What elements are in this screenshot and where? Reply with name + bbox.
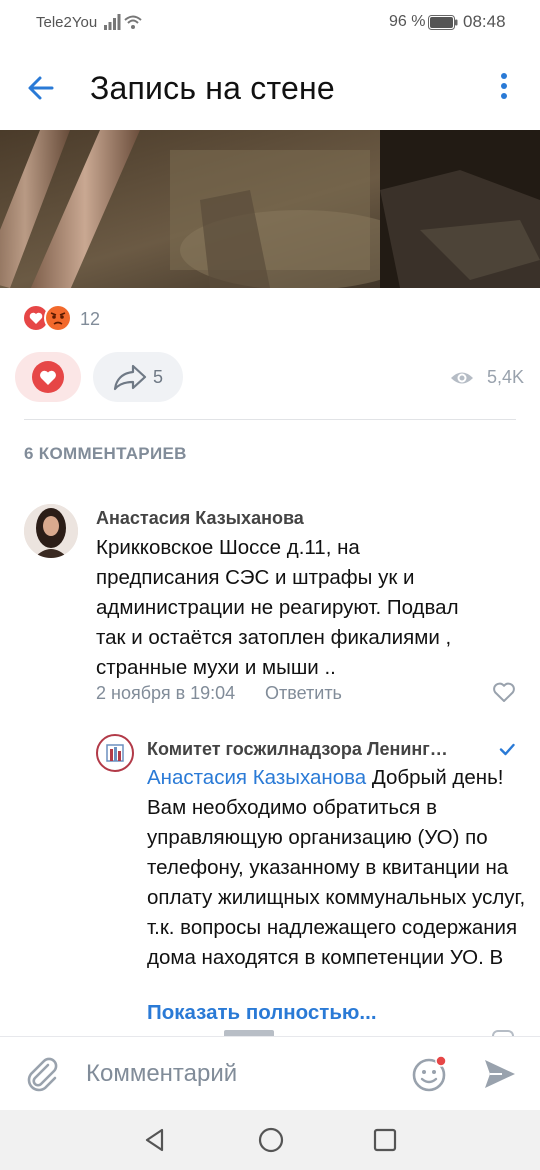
nav-back-icon[interactable] [142,1127,168,1153]
avatar[interactable] [96,734,134,772]
send-button[interactable] [482,1056,518,1092]
system-nav-bar [0,1110,540,1170]
page-title: Запись на стене [90,70,335,106]
comments-count-header: 6 КОММЕНТАРИЕВ [24,444,187,463]
heart-outline-icon [493,682,515,702]
post-photo[interactable] [0,130,540,288]
share-button[interactable]: 5 [93,352,183,402]
user-photo [24,504,78,558]
more-button[interactable] [492,70,516,106]
angry-reaction-icon [44,304,72,332]
battery-icon [428,15,458,30]
comment-text: Анастасия Казыханова Добрый день! Вам не… [147,763,527,973]
reactions-summary[interactable]: 12 [22,304,222,332]
clock: 08:48 [463,12,506,31]
carrier-name: Tele2You [36,14,98,31]
comment-body: Добрый день! Вам необходимо обратиться в… [147,766,526,969]
comment-input[interactable] [86,1057,386,1091]
more-vertical-icon [501,73,507,99]
heart-icon [32,361,64,393]
show-more-link[interactable]: Показать полностью... [147,1001,377,1025]
like-button[interactable] [15,352,81,402]
eye-icon [451,372,473,384]
comment-input-bar [0,1036,540,1110]
views-count: 5,4K [487,367,525,387]
mention-link[interactable]: Анастасия Казыханова [147,766,366,789]
basement-photo [0,130,540,288]
battery-percent: 96 % [389,13,426,30]
reactions-count: 12 [80,309,101,329]
verified-check-icon [499,743,515,756]
signal-icon [104,14,121,30]
paperclip-icon [27,1057,58,1092]
wifi-icon [124,15,142,29]
committee-logo [106,744,124,762]
comment-author[interactable]: Анастасия Казыханова [96,508,304,529]
attach-button[interactable] [24,1055,60,1093]
divider [24,419,516,420]
nav-recent-apps-icon[interactable] [372,1127,398,1153]
arrow-left-icon [28,76,54,100]
share-arrow-icon [113,364,147,391]
emoji-button[interactable] [410,1054,450,1094]
back-button[interactable] [22,68,62,108]
comment-like-button[interactable] [492,681,516,703]
smile-icon [412,1055,447,1092]
send-icon [485,1060,515,1088]
app-header: Запись на стене [0,46,540,130]
reply-button[interactable]: Ответить [265,683,342,704]
comment-date: 2 ноября в 19:04 [96,683,236,703]
comment-author[interactable]: Комитет госжилнадзора Ленинг… [147,739,487,760]
status-bar: Tele2You 96 % 08:48 [0,0,540,46]
views-counter: 5,4K [450,366,530,390]
nav-home-icon[interactable] [257,1126,285,1154]
shares-count: 5 [153,367,164,387]
comment-text: Крикковское Шоссе д.11, на предписания С… [96,536,459,679]
avatar[interactable] [24,504,78,558]
